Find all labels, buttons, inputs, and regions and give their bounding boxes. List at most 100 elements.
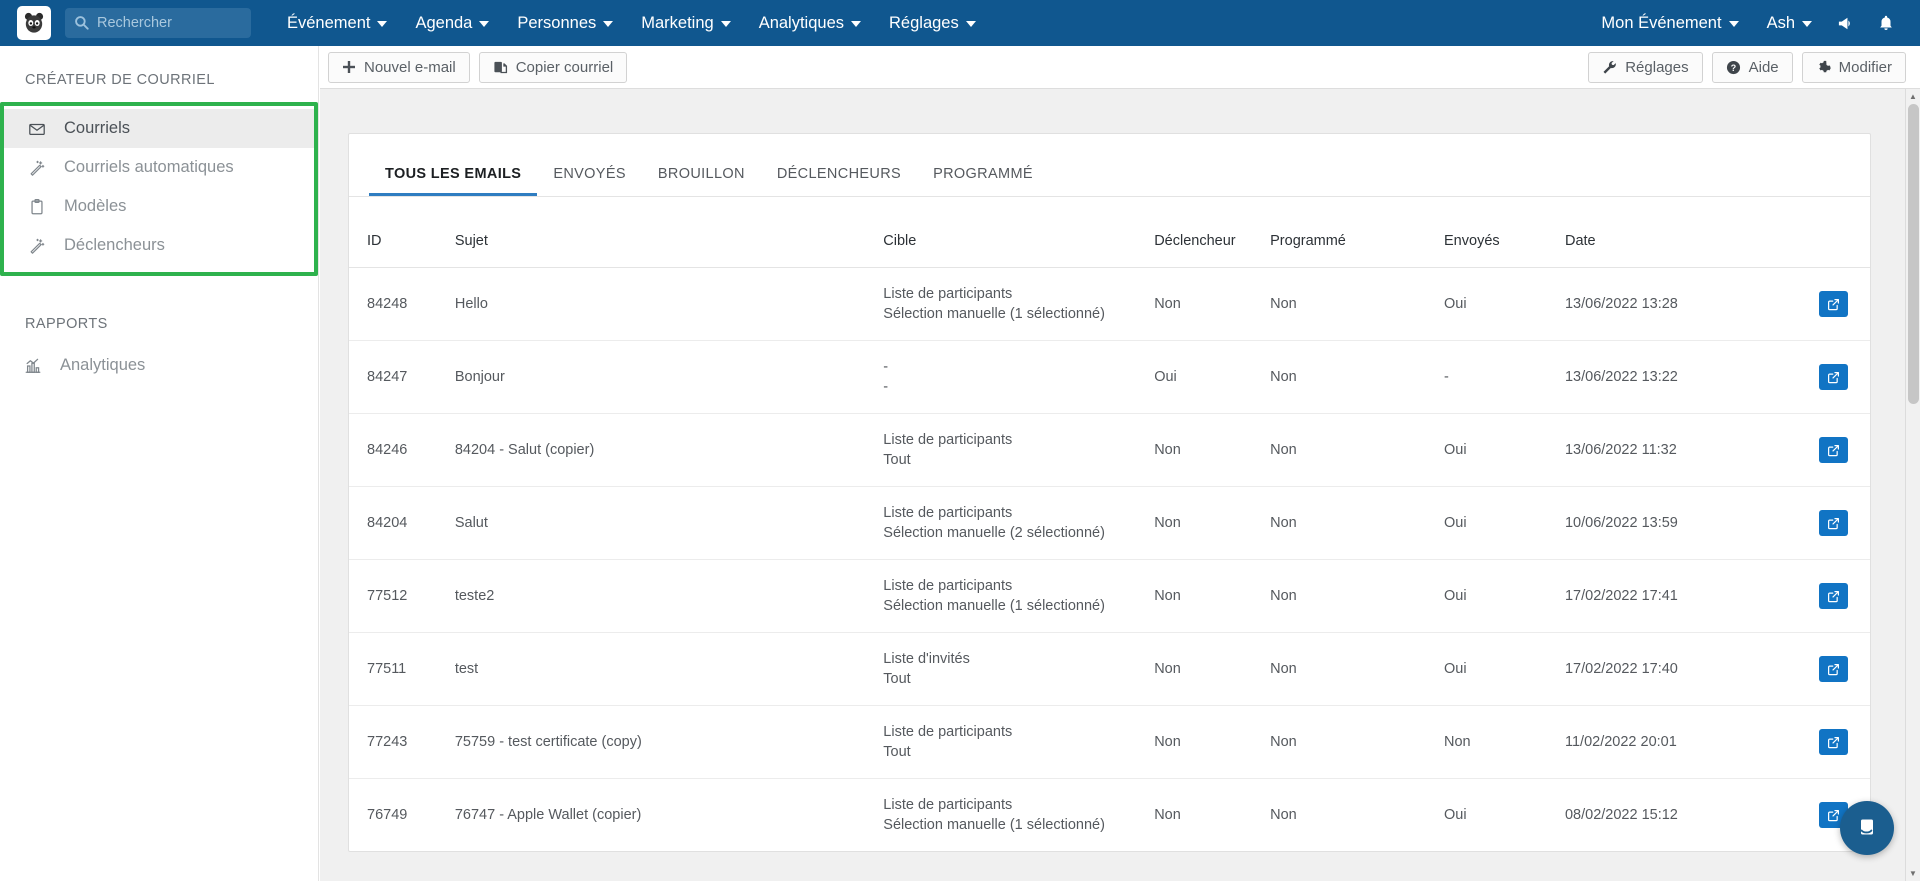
cell-cible: Liste de participants Tout <box>883 705 1155 779</box>
gear-icon <box>1816 60 1831 75</box>
nav-item-analytiques[interactable]: Analytiques <box>745 0 875 46</box>
cell-sujet: 84204 - Salut (copier) <box>454 413 884 487</box>
cible-line-1: Liste de participants <box>883 724 1013 740</box>
search-placeholder: Rechercher <box>97 15 172 31</box>
cell-declencheur: Non <box>1154 778 1271 851</box>
cible-line-2: Tout <box>883 452 911 468</box>
cell-programme: Non <box>1270 267 1445 341</box>
sidebar-section-title: CRÉATEUR DE COURRIEL <box>25 72 215 88</box>
cell-actions <box>1756 413 1870 487</box>
nav-item-marketing[interactable]: Marketing <box>627 0 744 46</box>
cell-date: 11/02/2022 20:01 <box>1564 705 1757 779</box>
column-header-cible[interactable]: Cible <box>883 197 1154 268</box>
nav-item-evenement[interactable]: Événement <box>273 0 401 46</box>
tab-label: ENVOYÉS <box>553 166 626 182</box>
user-menu[interactable]: Ash <box>1753 0 1826 46</box>
settings-button[interactable]: Réglages <box>1588 51 1703 83</box>
table-row[interactable]: 77512 teste2 Liste de participants Sélectio… <box>349 559 1870 633</box>
sidebar-item-courriels-automatiques[interactable]: Courriels automatiques <box>4 148 314 187</box>
edit-external-icon[interactable] <box>1819 510 1848 536</box>
cible-line-2: Sélection manuelle (1 sélectionné) <box>883 598 1105 614</box>
cible-line-2: - <box>883 379 889 395</box>
tab-programme[interactable]: PROGRAMMÉ <box>917 166 1049 196</box>
new-email-button[interactable]: Nouvel e-mail <box>328 51 470 83</box>
magic-wand-icon <box>26 237 47 255</box>
table-row[interactable]: 84204 Salut Liste de participants Sélection… <box>349 486 1870 560</box>
tab-brouillon[interactable]: BROUILLON <box>642 166 761 196</box>
cell-programme: Non <box>1270 632 1445 706</box>
magic-wand-icon <box>26 159 47 177</box>
nav-item-reglages[interactable]: Réglages <box>875 0 990 46</box>
nav-item-agenda[interactable]: Agenda <box>401 0 503 46</box>
sidebar-item-declencheurs[interactable]: Déclencheurs <box>4 226 314 265</box>
edit-external-icon[interactable] <box>1819 364 1848 390</box>
sidebar: CRÉATEUR DE COURRIEL Courriels Courriels… <box>0 46 319 881</box>
scroll-down-arrow[interactable]: ▼ <box>1906 866 1920 881</box>
column-header-envoyes[interactable]: Envoyés <box>1444 197 1565 268</box>
edit-external-icon[interactable] <box>1819 729 1848 755</box>
edit-external-icon[interactable] <box>1819 583 1848 609</box>
cible-line-1: Liste de participants <box>883 505 1013 521</box>
sidebar-reports-group: Analytiques <box>0 346 318 385</box>
event-selector[interactable]: Mon Événement <box>1587 0 1752 46</box>
sidebar-item-label: Modèles <box>64 197 127 215</box>
column-header-id[interactable]: ID <box>349 197 455 268</box>
table-row[interactable]: 76749 76747 - Apple Wallet (copier) Liste … <box>349 778 1870 851</box>
cell-envoyes: Oui <box>1444 632 1565 706</box>
new-email-label: Nouvel e-mail <box>364 58 456 76</box>
cell-id: 77243 <box>349 705 455 779</box>
event-selector-label: Mon Événement <box>1601 13 1722 32</box>
chevron-down-icon <box>965 21 976 27</box>
cell-actions <box>1756 559 1870 633</box>
cell-sujet: teste2 <box>454 559 884 633</box>
chevron-down-icon <box>377 21 388 27</box>
edit-external-icon[interactable] <box>1819 437 1848 463</box>
table-header-row: ID Sujet Cible Déclencheur Programmé Env… <box>349 197 1870 268</box>
email-tabs: TOUS LES EMAILS ENVOYÉS BROUILLON DÉCLEN… <box>349 134 1870 197</box>
cell-sujet: Salut <box>454 486 884 560</box>
cell-cible: Liste de participants Sélection manuelle … <box>883 267 1155 341</box>
cell-actions <box>1756 340 1870 414</box>
megaphone-icon[interactable] <box>1826 0 1866 46</box>
search-icon <box>74 15 89 32</box>
edit-button[interactable]: Modifier <box>1801 51 1906 83</box>
cell-date: 17/02/2022 17:41 <box>1564 559 1757 633</box>
table-row[interactable]: 84248 Hello Liste de participants Sélection… <box>349 267 1870 341</box>
scroll-up-arrow[interactable]: ▲ <box>1906 89 1920 104</box>
column-header-sujet[interactable]: Sujet <box>455 197 883 268</box>
top-navigation-bar: Rechercher Événement Agenda Personnes Ma… <box>0 0 1920 46</box>
cible-line-1: Liste de participants <box>883 797 1013 813</box>
column-header-declencheur[interactable]: Déclencheur <box>1154 197 1270 268</box>
scrollbar-thumb[interactable] <box>1908 104 1919 404</box>
tab-tous-les-emails[interactable]: TOUS LES EMAILS <box>369 166 538 196</box>
table-row[interactable]: 77511 test Liste d'invités Tout Non Non Oui 17/… <box>349 632 1870 706</box>
tab-envoyes[interactable]: ENVOYÉS <box>537 166 642 196</box>
sidebar-item-courriels[interactable]: Courriels <box>4 109 314 148</box>
edit-external-icon[interactable] <box>1819 656 1848 682</box>
tab-declencheurs[interactable]: DÉCLENCHEURS <box>761 166 917 196</box>
cell-cible: Liste d'invités Tout <box>883 632 1155 706</box>
nav-label: Réglages <box>889 13 959 32</box>
copy-email-button[interactable]: Copier courriel <box>478 51 628 83</box>
column-header-programme[interactable]: Programmé <box>1270 197 1444 268</box>
search-input[interactable]: Rechercher <box>65 8 251 38</box>
sidebar-item-analytiques[interactable]: Analytiques <box>0 346 318 385</box>
help-button[interactable]: ? Aide <box>1711 51 1793 83</box>
cell-id: 84248 <box>349 267 455 341</box>
intercom-chat-icon[interactable] <box>1840 801 1894 855</box>
sidebar-highlighted-group: Courriels Courriels automatiques Modèles <box>0 102 318 276</box>
table-row[interactable]: 84247 Bonjour - - Oui Non -13/06/2022 13:22 <box>349 340 1870 414</box>
sidebar-item-modeles[interactable]: Modèles <box>4 187 314 226</box>
table-row[interactable]: 77243 75759 - test certificate (copy) List… <box>349 705 1870 779</box>
cell-envoyes: Oui <box>1444 486 1565 560</box>
vertical-scrollbar[interactable]: ▲ ▼ <box>1905 89 1920 881</box>
nav-item-personnes[interactable]: Personnes <box>503 0 627 46</box>
panda-logo-icon[interactable] <box>17 6 51 40</box>
tab-label: TOUS LES EMAILS <box>385 166 522 182</box>
bell-icon[interactable] <box>1866 0 1906 46</box>
column-header-date[interactable]: Date <box>1565 197 1757 268</box>
tab-label: DÉCLENCHEURS <box>776 166 902 182</box>
edit-external-icon[interactable] <box>1819 291 1848 317</box>
table-row[interactable]: 84246 84204 - Salut (copier) Liste de part… <box>349 413 1870 487</box>
content-toolbar: Nouvel e-mail Copier courriel Réglages ?… <box>320 46 1920 89</box>
